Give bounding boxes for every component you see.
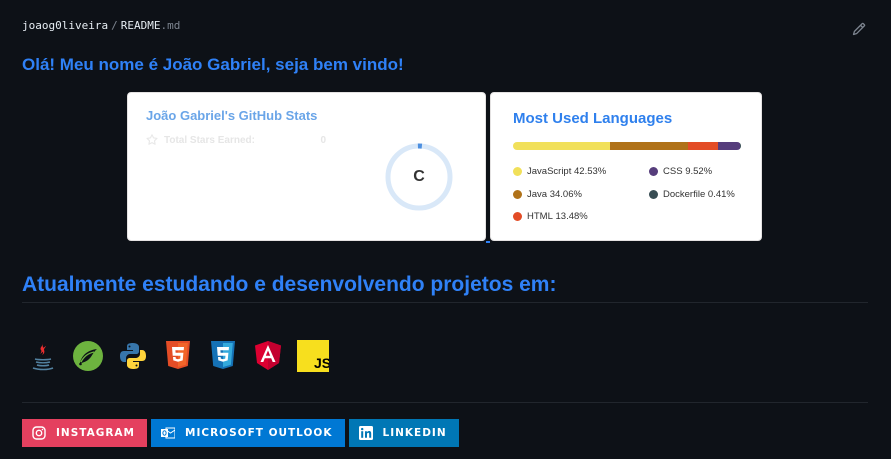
- language-item-dockerfile: Dockerfile 0.41%: [649, 189, 735, 200]
- language-item-html: HTML 13.48%: [513, 211, 588, 222]
- language-name: CSS: [663, 166, 683, 177]
- java-icon[interactable]: [27, 339, 59, 373]
- language-color-dot: [513, 212, 522, 221]
- language-name: HTML: [527, 211, 553, 222]
- tech-icons-row: JS: [27, 339, 329, 373]
- breadcrumb-separator: /: [111, 19, 118, 32]
- language-bar-segment-java: [609, 142, 688, 150]
- language-bar-segment-html: [687, 142, 719, 150]
- html5-icon[interactable]: [162, 339, 194, 373]
- studying-heading: Atualmente estudando e desenvolvendo pro…: [22, 273, 557, 296]
- total-stars-label: Total Stars Earned:: [164, 134, 255, 146]
- stats-card-title: João Gabriel's GitHub Stats: [146, 108, 318, 123]
- readme-greeting-heading: Olá! Meu nome é João Gabriel, seja bem v…: [22, 55, 404, 74]
- language-color-dot: [513, 167, 522, 176]
- language-name: Dockerfile: [663, 189, 706, 200]
- language-item-javascript: JavaScript 42.53%: [513, 166, 606, 177]
- language-item-java: Java 34.06%: [513, 189, 582, 200]
- language-percent: 34.06%: [549, 189, 582, 200]
- pencil-icon: [852, 22, 866, 36]
- angular-icon[interactable]: [252, 339, 284, 373]
- linkedin-badge[interactable]: LINKEDIN: [348, 419, 459, 447]
- language-bar-segment-css: [718, 142, 741, 150]
- file-basename: README: [120, 19, 161, 32]
- instagram-icon: [32, 426, 46, 440]
- language-bar-segment-javascript: [513, 142, 610, 150]
- total-stars-row: Total Stars Earned: 0: [146, 134, 326, 146]
- python-icon[interactable]: [117, 339, 149, 373]
- repo-owner-link[interactable]: joaog0liveira: [22, 19, 108, 32]
- language-item-css: CSS 9.52%: [649, 166, 712, 177]
- heading-divider: [22, 302, 868, 303]
- rank-letter: C: [413, 168, 425, 185]
- star-icon: [146, 134, 158, 145]
- languages-progress-bar: [513, 142, 741, 150]
- language-percent: 0.41%: [707, 189, 735, 200]
- language-color-dot: [513, 190, 522, 199]
- linkedin-icon: [358, 426, 373, 440]
- linkedin-badge-label: LINKEDIN: [382, 427, 447, 439]
- link-underline-mark: [486, 241, 490, 243]
- language-percent: 9.52%: [685, 166, 713, 177]
- breadcrumb: joaog0liveira / README.md: [22, 19, 180, 32]
- language-percent: 42.53%: [574, 166, 607, 177]
- outlook-badge[interactable]: MICROSOFT OUTLOOK: [151, 419, 345, 447]
- instagram-badge-label: INSTAGRAM: [56, 427, 136, 439]
- file-extension: .md: [160, 19, 181, 32]
- section-divider: [22, 402, 868, 403]
- most-used-languages-card[interactable]: Most Used Languages JavaScript 42.53% Ja…: [490, 92, 762, 241]
- language-percent: 13.48%: [555, 211, 588, 222]
- total-stars-value: 0: [320, 134, 326, 146]
- language-color-dot: [649, 167, 658, 176]
- outlook-badge-label: MICROSOFT OUTLOOK: [185, 427, 333, 439]
- edit-file-button[interactable]: [850, 20, 868, 38]
- javascript-icon[interactable]: JS: [297, 339, 329, 373]
- language-color-dot: [649, 190, 658, 199]
- file-name: README.md: [121, 19, 181, 32]
- css3-icon[interactable]: [207, 339, 239, 373]
- language-bar-segment-dockerfile: [740, 142, 741, 150]
- languages-card-title: Most Used Languages: [513, 110, 673, 127]
- instagram-badge[interactable]: INSTAGRAM: [22, 419, 148, 447]
- social-badges: INSTAGRAM MICROSOFT OUTLOOK LINKEDIN: [22, 419, 459, 447]
- spring-icon[interactable]: [72, 339, 104, 373]
- javascript-icon-label: JS: [314, 355, 329, 371]
- language-name: Java: [527, 189, 548, 200]
- github-stats-card[interactable]: João Gabriel's GitHub Stats Total Stars …: [127, 92, 486, 241]
- outlook-icon: [161, 427, 176, 439]
- language-name: JavaScript: [527, 166, 572, 177]
